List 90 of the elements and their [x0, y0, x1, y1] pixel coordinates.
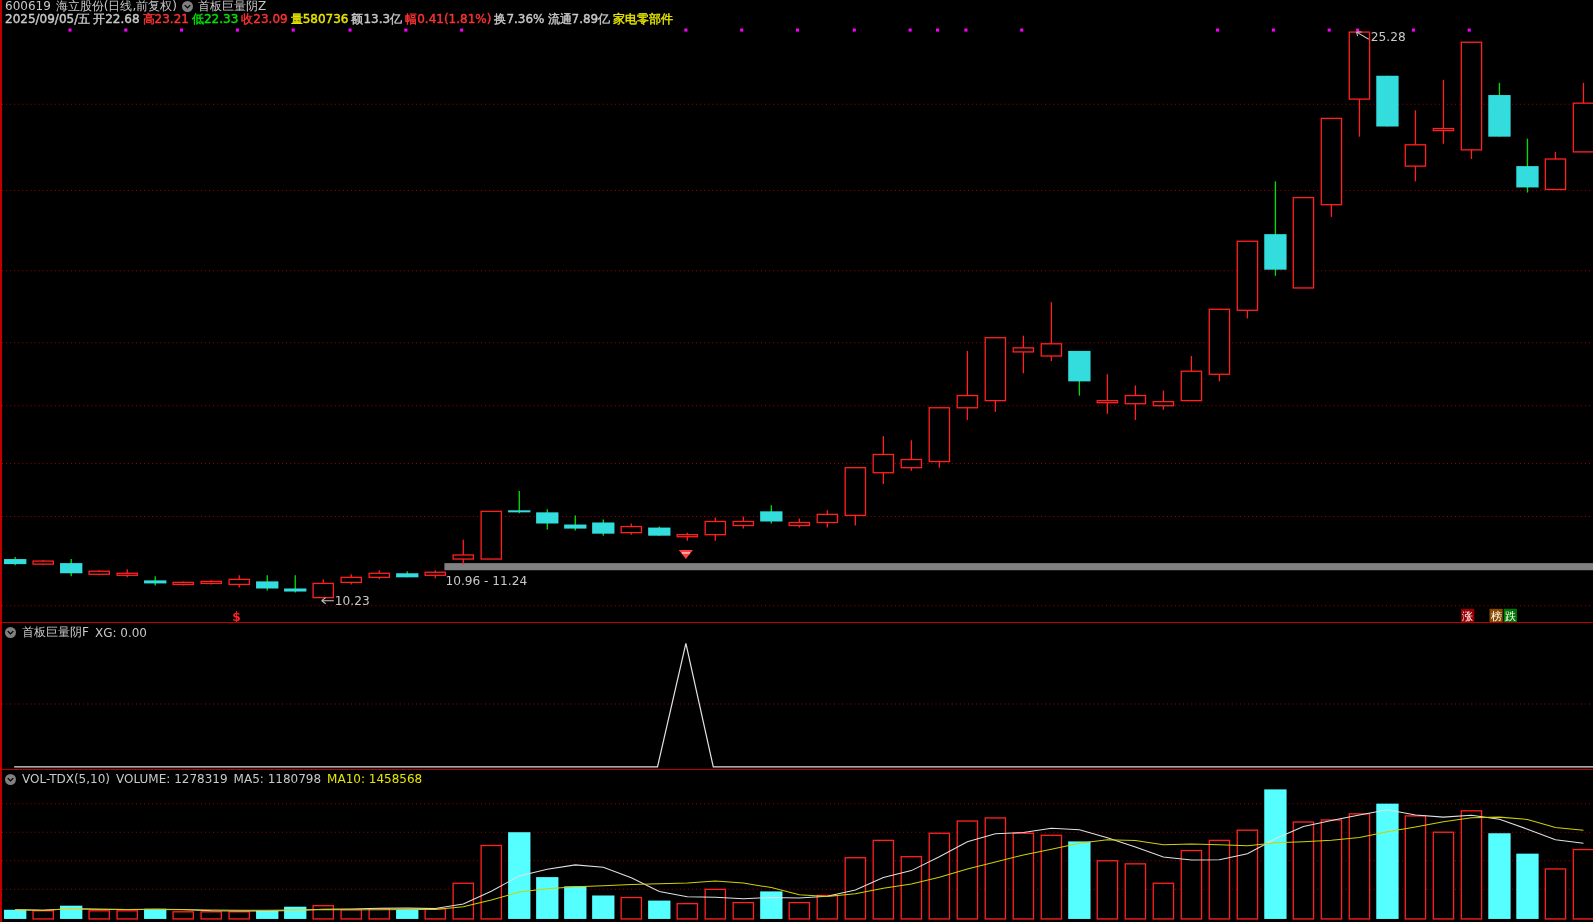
candlestick — [32, 559, 54, 566]
high-price-label: 25.28 — [1370, 30, 1406, 45]
tag-badge: 榜 — [1489, 608, 1503, 622]
stock-code: 600619 — [5, 0, 51, 13]
volume-bar — [4, 909, 27, 919]
quote-field: 幅0.41(1.81%) — [405, 13, 492, 26]
candlestick — [1376, 75, 1399, 128]
candlestick — [648, 525, 671, 537]
candlestick — [396, 570, 419, 578]
candlestick — [1012, 335, 1035, 374]
tag-badge: 跌 — [1503, 608, 1517, 622]
candlestick — [536, 508, 559, 531]
candlestick — [368, 569, 391, 580]
indicator-name: VOL-TDX(5,10) — [22, 772, 111, 786]
candlestick — [760, 504, 783, 525]
candlestick — [144, 575, 167, 587]
quote-field: 低22.33 — [191, 13, 239, 26]
candlestick — [928, 407, 951, 469]
signal-mark: $ — [232, 610, 241, 622]
candlestick — [1544, 151, 1567, 191]
quote-field: 高23.21 — [142, 13, 189, 26]
volume-bar — [592, 895, 615, 919]
candlestick — [1180, 355, 1203, 402]
candlestick — [1068, 350, 1091, 397]
candlestick — [620, 522, 643, 536]
candlestick — [1096, 373, 1119, 415]
volume-bar — [396, 909, 419, 919]
candlestick — [452, 539, 475, 565]
candlestick — [1040, 301, 1063, 362]
candlestick — [480, 510, 503, 560]
candlestick — [508, 490, 531, 514]
quote-field: 量580736 — [290, 13, 349, 26]
price-range-label: 10.96 - 11.24 — [445, 574, 528, 589]
volume-bar — [1516, 853, 1539, 919]
indicator-reading: XG: 0.00 — [94, 625, 147, 640]
volume-bar — [60, 905, 83, 919]
candlestick — [312, 578, 335, 599]
candlestick — [284, 574, 307, 594]
arrow-icon — [321, 597, 335, 605]
candlestick — [816, 509, 839, 529]
low-price-label: 10.23 — [334, 593, 370, 608]
candlestick — [872, 435, 895, 485]
candlestick — [732, 515, 755, 530]
collapse-icon[interactable] — [182, 1, 193, 12]
quote-field: 开22.68 — [93, 13, 140, 26]
stock-name: 海立股份(日线,前复权) — [55, 0, 177, 13]
volume-reading: VOLUME: 1278319 — [116, 772, 228, 786]
candlestick — [424, 569, 447, 579]
candlestick — [256, 574, 279, 592]
volume-bar — [760, 891, 783, 919]
quote-field: 家电零部件 — [613, 13, 674, 26]
candlestick — [1516, 138, 1539, 194]
candlestick — [900, 439, 923, 472]
candlestick — [592, 518, 615, 537]
volume-bar — [648, 900, 671, 919]
candlestick — [88, 569, 110, 576]
candlestick — [116, 568, 138, 578]
candlestick — [676, 532, 699, 542]
candlestick — [172, 580, 195, 587]
volume-bar — [144, 908, 167, 919]
candlestick — [200, 579, 223, 586]
candlestick — [228, 574, 251, 589]
candlestick — [1488, 82, 1511, 138]
indicator-name: 首板巨量阴F — [22, 624, 89, 641]
quote-field: 2025/09/05/五 — [5, 13, 91, 26]
volume-bar — [536, 877, 559, 919]
quote-field: 流通7.89亿 — [547, 13, 611, 26]
arrow-icon — [1356, 31, 1370, 40]
candlestick — [4, 556, 27, 566]
volume-bar — [564, 886, 587, 919]
quote-field: 换7.36% — [494, 13, 545, 26]
candlestick — [704, 516, 727, 542]
collapse-icon[interactable] — [5, 773, 16, 785]
quote-field: 额13.3亿 — [351, 13, 403, 26]
indicator-name: 首板巨量阴Z — [198, 0, 267, 13]
volume-bar — [256, 910, 279, 919]
candlestick — [788, 517, 811, 529]
candlestick — [956, 350, 979, 421]
candlestick — [1124, 384, 1147, 421]
candlestick — [564, 514, 587, 532]
collapse-icon[interactable] — [5, 627, 16, 638]
tag-badge: 涨 — [1461, 608, 1475, 622]
candlestick — [1432, 79, 1455, 145]
ma5-reading: MA5: 1180798 — [233, 772, 322, 786]
candlestick — [60, 558, 83, 577]
candlestick — [844, 467, 867, 527]
candlestick — [340, 573, 363, 586]
ma10-reading: MA10: 1458568 — [327, 772, 423, 786]
candlestick — [1152, 389, 1175, 411]
quote-field: 收23.09 — [241, 13, 288, 26]
